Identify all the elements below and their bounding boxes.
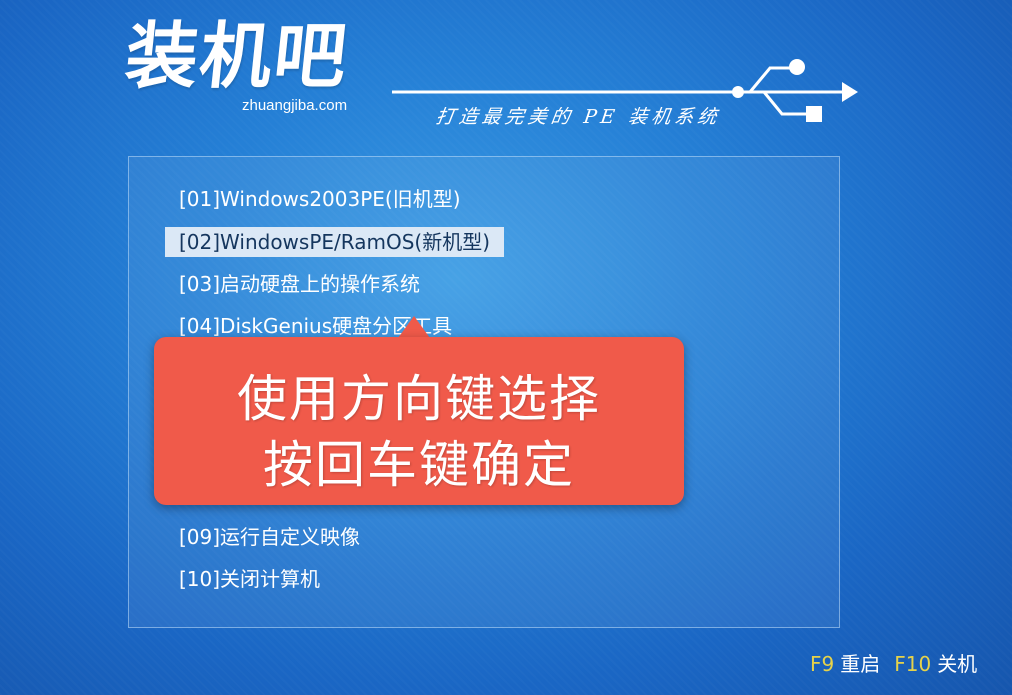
menu-item-09[interactable]: [09]运行自定义映像: [165, 522, 374, 552]
fkey-f9-label: 重启: [840, 652, 881, 676]
logo-domain: zhuangjiba.com: [242, 97, 348, 114]
function-key-bar: F9 重启 F10 关机: [810, 648, 1012, 678]
menu-item-03[interactable]: [03]启动硬盘上的操作系统: [165, 269, 434, 299]
callout-line-2: 按回车键确定: [263, 436, 575, 494]
menu-item-01[interactable]: [01]Windows2003PE(旧机型): [165, 184, 475, 214]
callout-pointer: [398, 316, 430, 338]
fkey-f10-label: 关机: [937, 652, 978, 676]
fkey-f9[interactable]: F9: [810, 652, 834, 676]
logo-slogan: 打造最完美的 PE 装机系统: [434, 106, 723, 128]
menu-item-10[interactable]: [10]关闭计算机: [165, 564, 334, 594]
logo-title: 装机吧: [121, 14, 353, 98]
instruction-callout: 使用方向键选择 按回车键确定: [154, 337, 684, 505]
menu-item-02-selected[interactable]: [02]WindowsPE/RamOS(新机型): [165, 227, 505, 257]
callout-line-1: 使用方向键选择: [237, 370, 601, 428]
fkey-f10[interactable]: F10: [894, 652, 931, 676]
